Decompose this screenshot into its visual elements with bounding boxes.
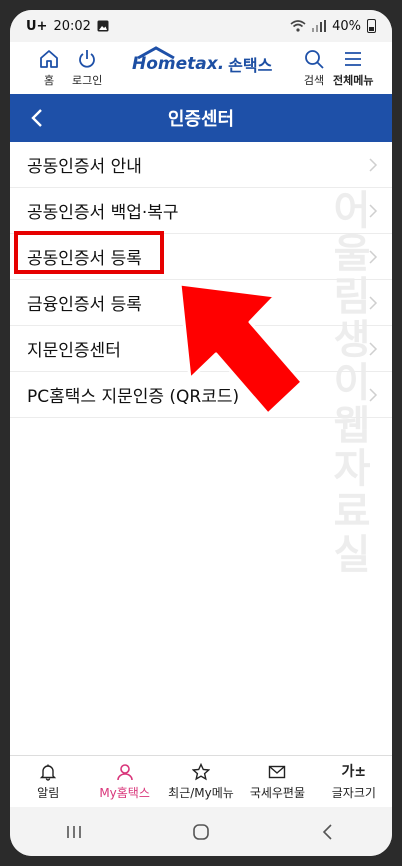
phone-screen: U+ 20:02 40% 홈 로그인 Hometax. 손택스 검색 전체메뉴 …: [10, 10, 392, 856]
tab-label: 국세우편물: [249, 785, 306, 800]
star-icon: [192, 762, 211, 780]
hometax-logo[interactable]: Hometax. 손택스: [132, 46, 273, 76]
back-nav-icon[interactable]: [318, 822, 338, 842]
tab-label: 최근/My메뉴: [168, 785, 234, 800]
chevron-right-icon: [369, 388, 378, 402]
all-menu-label: 전체메뉴: [333, 74, 374, 87]
person-icon: [116, 763, 133, 780]
tab-label: 글자크기: [331, 785, 376, 800]
home-label: 홈: [43, 74, 55, 87]
bell-icon: [40, 764, 57, 781]
menu-item-label: 공동인증서 안내: [27, 157, 142, 177]
page-title: 인증센터: [167, 109, 235, 130]
home-icon: [40, 50, 58, 68]
roof-icon: [137, 46, 175, 60]
tab-notifications[interactable]: 알림: [10, 756, 86, 807]
tab-label: 알림: [37, 785, 60, 800]
battery-icon: [367, 19, 376, 33]
menu-item-label: 금융인증서 등록: [27, 295, 142, 315]
home-button[interactable]: 홈: [38, 44, 60, 88]
red-arrow-annotation: [178, 282, 304, 416]
battery-percent: 40%: [332, 18, 361, 34]
menu-item-label: 지문인증센터: [27, 341, 121, 361]
menu-item-cert-guide[interactable]: 공동인증서 안내: [10, 142, 392, 188]
chevron-right-icon: [369, 204, 378, 218]
status-bar: U+ 20:02 40%: [10, 10, 392, 42]
tab-label: My홈택스: [99, 785, 150, 800]
tab-tax-mail[interactable]: 국세우편물: [239, 756, 315, 807]
text-size-icon: 가±: [341, 763, 367, 780]
signal-icon: [312, 20, 327, 32]
login-button[interactable]: 로그인: [72, 44, 102, 88]
app-header: 홈 로그인 Hometax. 손택스 검색 전체메뉴: [10, 42, 392, 94]
clock: 20:02: [53, 18, 91, 34]
tab-my-hometax[interactable]: My홈택스: [86, 756, 162, 807]
title-bar: 인증센터: [10, 94, 392, 142]
home-circle-icon[interactable]: [191, 822, 211, 842]
chevron-right-icon: [369, 158, 378, 172]
tab-recent-menu[interactable]: 최근/My메뉴: [163, 756, 239, 807]
chevron-right-icon: [369, 342, 378, 356]
tab-text-size[interactable]: 가± 글자크기: [316, 756, 392, 807]
login-label: 로그인: [72, 74, 103, 87]
back-arrow-icon[interactable]: [26, 106, 50, 130]
logo-korean: 손택스: [228, 56, 273, 75]
chevron-right-icon: [369, 250, 378, 264]
wifi-icon: [290, 20, 306, 32]
menu-item-cert-backup[interactable]: 공동인증서 백업·복구: [10, 188, 392, 234]
system-nav-bar: [10, 807, 392, 856]
search-label: 검색: [303, 74, 325, 87]
recent-apps-icon[interactable]: [64, 824, 84, 840]
bottom-tab-bar: 알림 My홈택스 최근/My메뉴 국세우편물 가± 글자크기: [10, 755, 392, 807]
menu-item-label: 공동인증서 백업·복구: [27, 203, 179, 223]
carrier-label: U+: [26, 18, 48, 34]
search-icon: [305, 50, 324, 69]
hamburger-icon: [345, 52, 362, 66]
highlight-box: [14, 231, 164, 274]
gallery-icon: [97, 20, 109, 32]
power-icon: [79, 50, 96, 68]
all-menu-button[interactable]: 전체메뉴: [333, 44, 373, 88]
mail-icon: [269, 765, 286, 778]
chevron-right-icon: [369, 296, 378, 310]
search-button[interactable]: 검색: [303, 44, 325, 88]
